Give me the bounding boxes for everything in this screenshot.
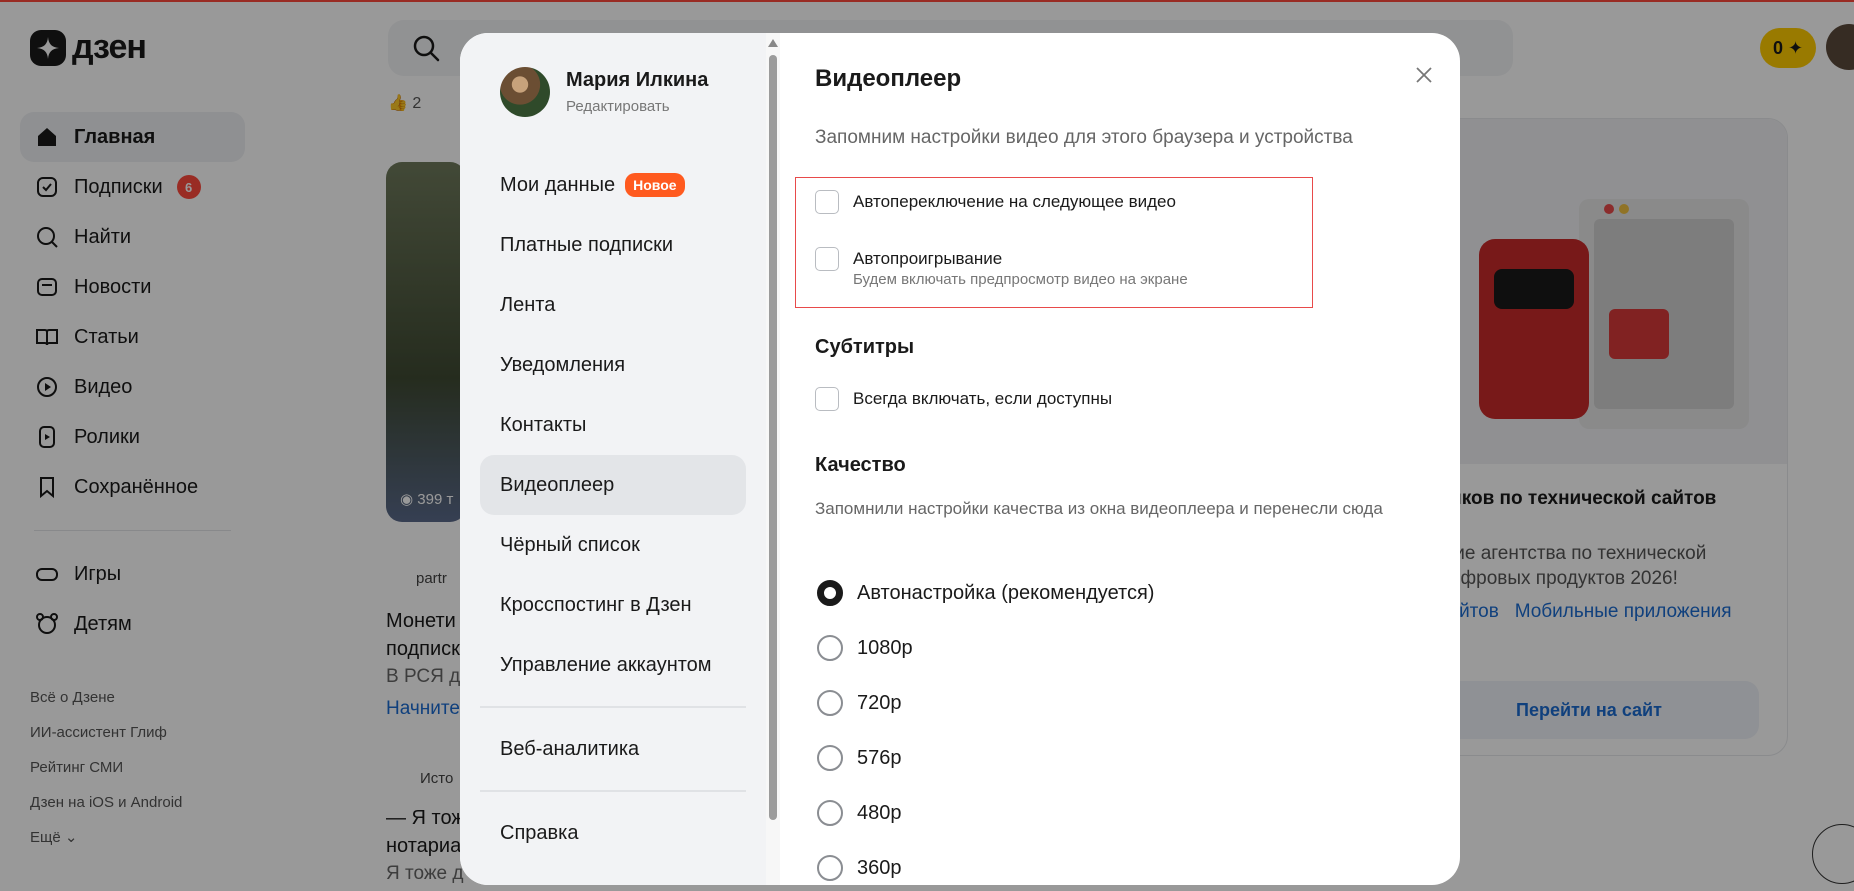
radio-label: 1080p	[857, 636, 913, 659]
radio-button[interactable]	[817, 745, 843, 771]
scroll-up-arrow-icon[interactable]	[768, 39, 778, 47]
menu-item-web-analytics[interactable]: Веб-аналитика	[480, 719, 746, 779]
subtitles-checkbox[interactable]	[815, 387, 839, 411]
radio-button[interactable]	[817, 800, 843, 826]
menu-item-label: Справка	[500, 821, 579, 844]
menu-item-blacklist[interactable]: Чёрный список	[480, 515, 746, 575]
menu-item-label: Платные подписки	[500, 233, 674, 256]
radio-button[interactable]	[817, 580, 843, 606]
radio-label: 360p	[857, 856, 902, 879]
profile-block[interactable]: Мария Илкина Редактировать	[500, 67, 708, 117]
autoplay-checkbox[interactable]	[815, 247, 839, 271]
menu-item-contacts[interactable]: Контакты	[480, 395, 746, 455]
divider	[480, 790, 746, 792]
autoplay-option[interactable]: Автопроигрывание Будем включать предпрос…	[815, 247, 1188, 289]
quality-option-360p[interactable]: 360p	[817, 855, 902, 881]
radio-label: 720p	[857, 691, 902, 714]
menu-item-label: Уведомления	[500, 353, 626, 376]
menu-item-help[interactable]: Справка	[480, 803, 746, 863]
autoswitch-label: Автопереключение на следующее видео	[853, 192, 1176, 211]
menu-item-label: Управление аккаунтом	[500, 653, 712, 676]
menu-item-notifications[interactable]: Уведомления	[480, 335, 746, 395]
menu-item-account-management[interactable]: Управление аккаунтом	[480, 635, 746, 695]
autoplay-label: Автопроигрывание	[853, 249, 1003, 268]
quality-option-auto[interactable]: Автонастройка (рекомендуется)	[817, 580, 1154, 606]
settings-description: Запомним настройки видео для этого брауз…	[815, 127, 1353, 148]
quality-option-1080p[interactable]: 1080p	[817, 635, 913, 661]
settings-modal: Мария Илкина Редактировать Мои данные Нов…	[460, 33, 1460, 885]
settings-sidebar: Мария Илкина Редактировать Мои данные Нов…	[460, 33, 766, 885]
autoswitch-option[interactable]: Автопереключение на следующее видео	[815, 190, 1176, 214]
menu-item-label: Веб-аналитика	[500, 737, 640, 760]
radio-label: 576p	[857, 746, 902, 769]
quality-option-720p[interactable]: 720p	[817, 690, 902, 716]
menu-item-crossposting[interactable]: Кросспостинг в Дзен	[480, 575, 746, 635]
menu-item-my-data[interactable]: Мои данные Новое	[480, 155, 746, 215]
subtitles-option[interactable]: Всегда включать, если доступны	[815, 387, 1112, 411]
menu-item-label: Видеоплеер	[500, 473, 615, 496]
scrollbar-thumb[interactable]	[769, 55, 777, 820]
profile-name: Мария Илкина	[566, 69, 709, 91]
menu-item-label: Чёрный список	[500, 533, 640, 556]
radio-label: Автонастройка (рекомендуется)	[857, 581, 1155, 604]
menu-item-video-player[interactable]: Видеоплеер	[480, 455, 746, 515]
quality-heading: Качество	[815, 454, 906, 476]
quality-description: Запомнили настройки качества из окна вид…	[815, 499, 1383, 518]
new-badge: Новое	[625, 173, 685, 197]
close-button[interactable]	[1410, 61, 1438, 89]
quality-option-480p[interactable]: 480p	[817, 800, 902, 826]
radio-button[interactable]	[817, 690, 843, 716]
radio-label: 480p	[857, 801, 902, 824]
quality-option-576p[interactable]: 576p	[817, 745, 902, 771]
radio-button[interactable]	[817, 855, 843, 881]
menu-item-label: Лента	[500, 293, 556, 316]
menu-item-label: Контакты	[500, 413, 587, 436]
sidebar-scrollbar[interactable]	[766, 33, 780, 885]
divider	[480, 706, 746, 708]
menu-item-paid-subscriptions[interactable]: Платные подписки	[480, 215, 746, 275]
page-title: Видеоплеер	[815, 65, 962, 92]
edit-profile-link[interactable]: Редактировать	[566, 98, 708, 115]
autoplay-hint: Будем включать предпросмотр видео на экр…	[853, 271, 1188, 288]
menu-item-label: Кросспостинг в Дзен	[500, 593, 692, 616]
avatar	[500, 67, 550, 117]
autoswitch-checkbox[interactable]	[815, 190, 839, 214]
close-icon	[1416, 67, 1432, 83]
menu-item-label: Мои данные	[500, 173, 616, 196]
subtitles-heading: Субтитры	[815, 336, 915, 358]
subtitles-label: Всегда включать, если доступны	[853, 389, 1113, 408]
menu-item-feed[interactable]: Лента	[480, 275, 746, 335]
radio-button[interactable]	[817, 635, 843, 661]
settings-menu: Мои данные Новое Платные подписки Лента У…	[480, 155, 746, 863]
